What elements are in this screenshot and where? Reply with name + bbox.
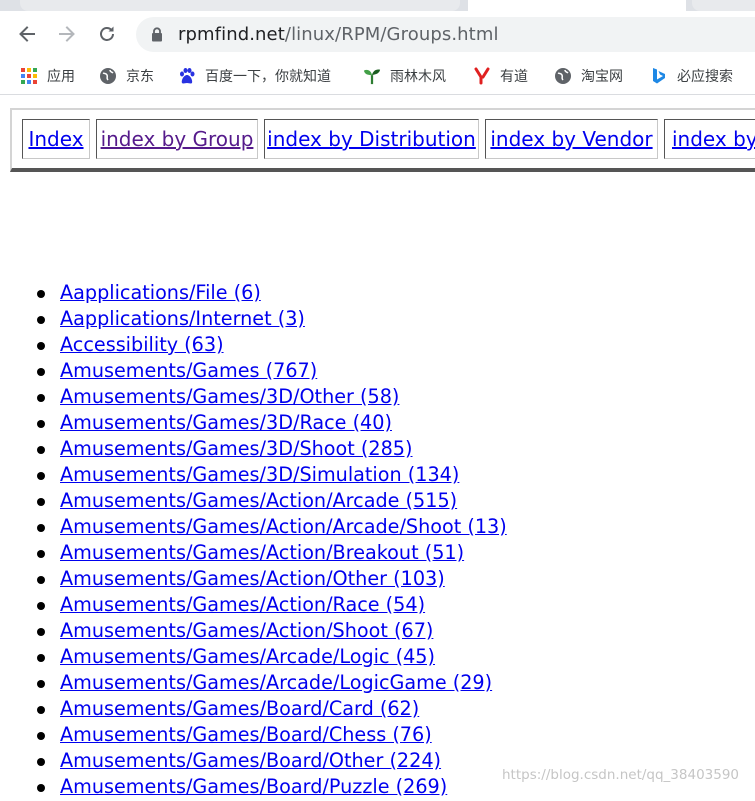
bookmark-taobao[interactable]: 淘宝网 bbox=[554, 65, 623, 87]
group-link[interactable]: Amusements/Games/Action/Shoot (67) bbox=[60, 619, 433, 643]
bullet bbox=[37, 602, 45, 610]
group-link[interactable]: Amusements/Games (767) bbox=[60, 359, 317, 383]
bullet bbox=[37, 524, 45, 532]
bullet bbox=[37, 498, 45, 506]
nav-link-by-group[interactable]: index by Group bbox=[101, 127, 254, 151]
bookmark-jd[interactable]: 京东 bbox=[99, 65, 154, 87]
url-host: rpmfind.net bbox=[178, 24, 285, 45]
bullet bbox=[37, 576, 45, 584]
nav-link-index[interactable]: Index bbox=[28, 127, 83, 151]
arrow-right-icon bbox=[59, 26, 75, 42]
nav-cell-index: Index bbox=[22, 119, 90, 159]
tab-inactive[interactable] bbox=[692, 0, 755, 11]
back-button[interactable] bbox=[14, 21, 40, 47]
url-path: /linux/RPM/Groups.html bbox=[284, 24, 499, 45]
tab-inactive[interactable] bbox=[20, 0, 460, 11]
tab-active[interactable] bbox=[468, 0, 686, 11]
nav-link-by-more[interactable]: index by bbox=[672, 127, 755, 151]
watermark: https://blog.csdn.net/qq_38403590 bbox=[502, 767, 740, 783]
group-link[interactable]: Amusements/Games/Action/Other (103) bbox=[60, 567, 445, 591]
reload-icon bbox=[100, 26, 114, 41]
group-link[interactable]: Amusements/Games/Arcade/Logic (45) bbox=[60, 645, 435, 669]
bullet bbox=[37, 732, 45, 740]
tree-icon bbox=[363, 67, 381, 85]
group-link[interactable]: Amusements/Games/Action/Breakout (51) bbox=[60, 541, 464, 565]
arrow-left-icon bbox=[19, 26, 35, 42]
bullet bbox=[37, 316, 45, 324]
group-link[interactable]: Amusements/Games/3D/Other (58) bbox=[60, 385, 399, 409]
bookmark-label: 有道 bbox=[500, 69, 528, 85]
url-text: rpmfind.net/linux/RPM/Groups.html bbox=[178, 24, 499, 45]
apps-grid-icon bbox=[20, 67, 38, 85]
bookmark-label: 百度一下，你就知道 bbox=[205, 69, 331, 85]
baidu-paw-icon bbox=[178, 67, 196, 85]
group-link[interactable]: Amusements/Games/Board/Card (62) bbox=[60, 697, 419, 721]
globe-icon bbox=[99, 67, 117, 85]
group-link[interactable]: Amusements/Games/Board/Puzzle (269) bbox=[60, 775, 447, 799]
browser-toolbar: rpmfind.net/linux/RPM/Groups.html bbox=[0, 11, 755, 58]
bullet bbox=[37, 420, 45, 428]
group-link[interactable]: Amusements/Games/Action/Arcade (515) bbox=[60, 489, 457, 513]
bookmark-label: 雨林木风 bbox=[390, 69, 446, 85]
bookmark-label: 必应搜索 bbox=[677, 69, 733, 85]
bing-icon bbox=[650, 67, 668, 85]
address-bar[interactable]: rpmfind.net/linux/RPM/Groups.html bbox=[136, 17, 755, 52]
reload-button[interactable] bbox=[94, 21, 120, 47]
bookmark-bing[interactable]: 必应搜索 bbox=[650, 65, 733, 87]
lock-icon bbox=[152, 27, 162, 42]
bullet bbox=[37, 706, 45, 714]
globe-icon bbox=[554, 67, 572, 85]
group-link[interactable]: Amusements/Games/Action/Race (54) bbox=[60, 593, 425, 617]
bookmark-youdao[interactable]: 有道 bbox=[473, 65, 528, 87]
tab-strip bbox=[0, 0, 755, 11]
group-link[interactable]: Amusements/Games/Arcade/LogicGame (29) bbox=[60, 671, 492, 695]
forward-button[interactable] bbox=[54, 21, 80, 47]
nav-table: Index index by Group index by Distributi… bbox=[10, 108, 755, 172]
nav-cell-more: index by bbox=[664, 119, 755, 159]
group-link[interactable]: Amusements/Games/Action/Arcade/Shoot (13… bbox=[60, 515, 507, 539]
bullet bbox=[37, 394, 45, 402]
bookmark-label: 应用 bbox=[47, 69, 75, 85]
nav-cell-distribution: index by Distribution bbox=[264, 119, 479, 159]
group-link[interactable]: Aapplications/Internet (3) bbox=[60, 307, 305, 331]
group-link[interactable]: Amusements/Games/3D/Simulation (134) bbox=[60, 463, 459, 487]
nav-link-by-distribution[interactable]: index by Distribution bbox=[267, 127, 476, 151]
bookmark-apps[interactable]: 应用 bbox=[20, 65, 75, 87]
nav-link-by-vendor[interactable]: index by Vendor bbox=[490, 127, 652, 151]
group-link[interactable]: Amusements/Games/3D/Shoot (285) bbox=[60, 437, 413, 461]
bullet bbox=[37, 550, 45, 558]
bullet bbox=[37, 368, 45, 376]
nav-cell-group: index by Group bbox=[96, 119, 258, 159]
group-link[interactable]: Amusements/Games/Board/Other (224) bbox=[60, 749, 441, 773]
group-link[interactable]: Accessibility (63) bbox=[60, 333, 224, 357]
group-link[interactable]: Amusements/Games/3D/Race (40) bbox=[60, 411, 392, 435]
bullet bbox=[37, 290, 45, 298]
bullet bbox=[37, 446, 45, 454]
youdao-icon bbox=[473, 67, 491, 85]
bookmark-baidu[interactable]: 百度一下，你就知道 bbox=[178, 65, 331, 87]
bullet bbox=[37, 472, 45, 480]
group-link[interactable]: Amusements/Games/Board/Chess (76) bbox=[60, 723, 432, 747]
bullet bbox=[37, 784, 45, 792]
group-link[interactable]: Aapplications/File (6) bbox=[60, 281, 261, 305]
nav-cell-vendor: index by Vendor bbox=[485, 119, 658, 159]
bullet bbox=[37, 628, 45, 636]
bookmarks-bar: 应用 京东 百度一下，你就知道 雨林木风 有道 淘宝网 必应搜索 bbox=[0, 58, 755, 95]
bullet bbox=[37, 342, 45, 350]
bookmark-label: 淘宝网 bbox=[581, 69, 623, 85]
bullet bbox=[37, 758, 45, 766]
bullet bbox=[37, 654, 45, 662]
bullet bbox=[37, 680, 45, 688]
bookmark-ylmf[interactable]: 雨林木风 bbox=[363, 65, 446, 87]
bookmark-label: 京东 bbox=[126, 69, 154, 85]
